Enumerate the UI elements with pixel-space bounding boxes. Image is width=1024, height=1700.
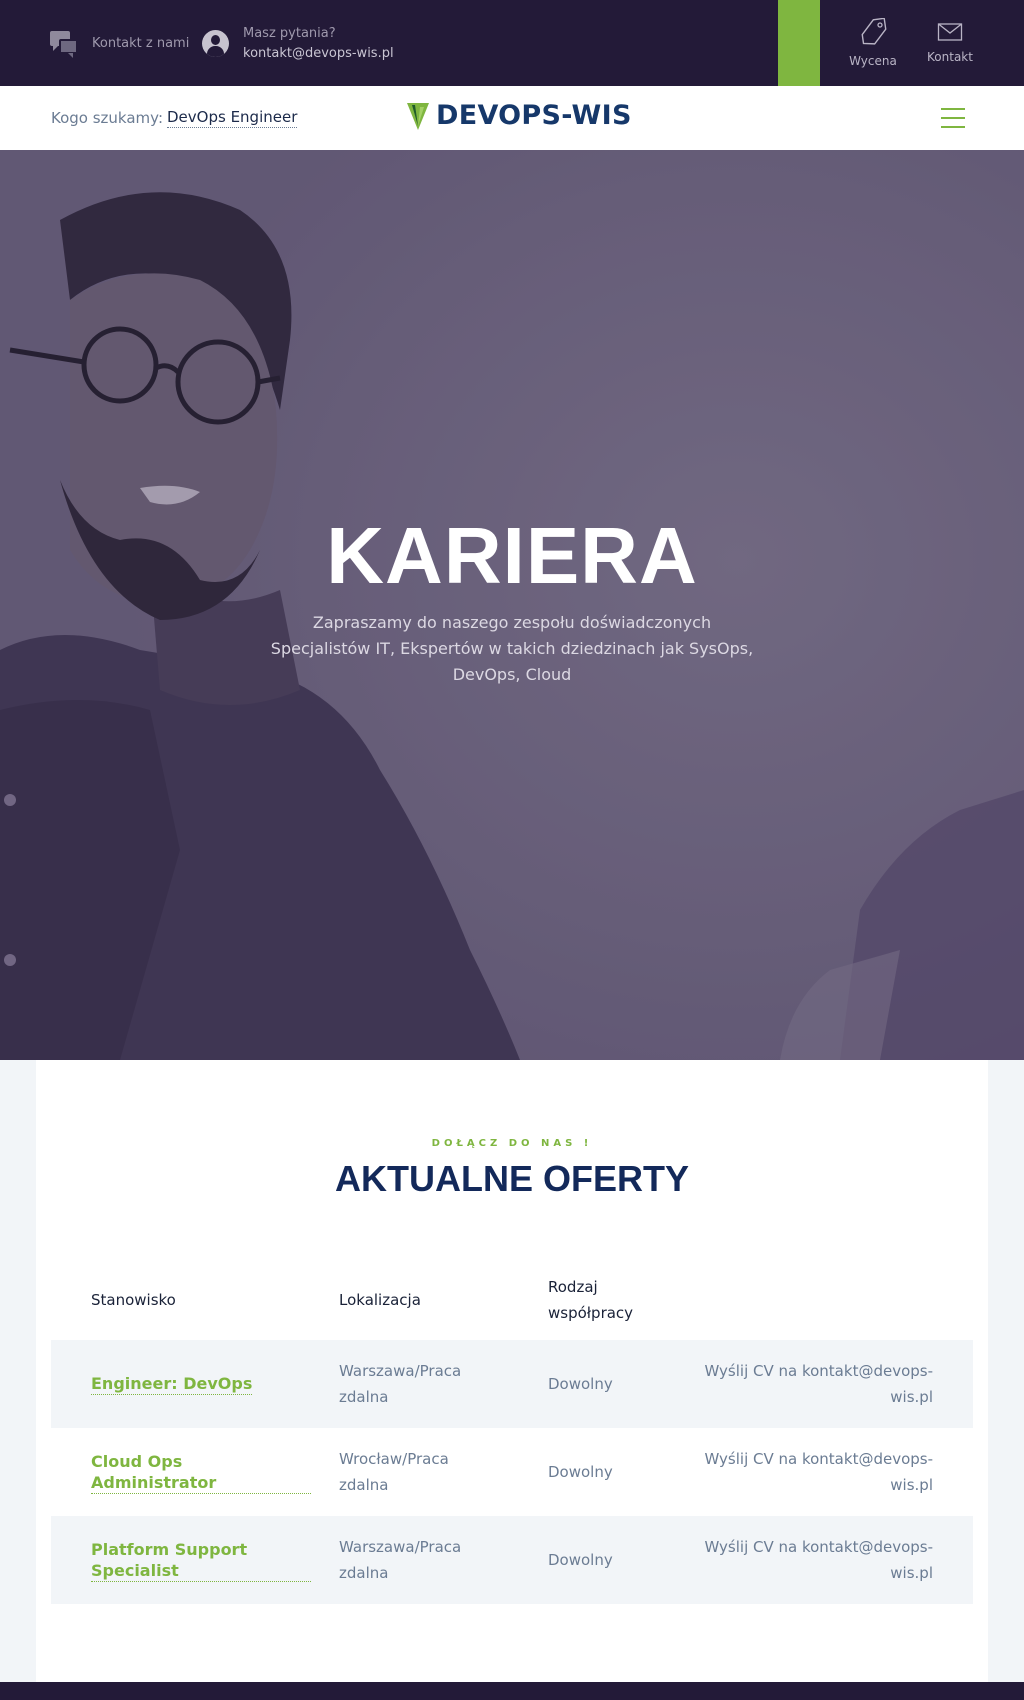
offer-type: Dowolny: [548, 1375, 613, 1393]
offer-location: Warszawa/Praca zdalna: [339, 1362, 462, 1406]
offers-heading: AKTUALNE OFERTY: [335, 1158, 689, 1199]
envelope-icon: [937, 23, 963, 41]
contact-us-link[interactable]: Kontakt z nami: [50, 0, 189, 86]
table-header: Stanowisko Lokalizacja Rodzaj współpracy: [51, 1260, 973, 1340]
hero-title: KARIERA: [326, 511, 698, 600]
quote-label: Wycena: [849, 54, 897, 68]
logo-text: DEVOPS-WIS: [436, 100, 632, 131]
main-nav: Kogo szukamy: DevOps Engineer DEVOPS-WIS: [0, 86, 1024, 150]
offer-title-link[interactable]: Cloud Ops Administrator: [91, 1428, 311, 1516]
offer-title-link[interactable]: Platform Support Specialist: [91, 1516, 311, 1604]
top-bar: Kontakt z nami Masz pytania? kontakt@dev…: [0, 0, 1024, 86]
contact-label: Kontakt: [927, 50, 973, 64]
offers-table: Stanowisko Lokalizacja Rodzaj współpracy…: [51, 1260, 973, 1604]
offer-type: Dowolny: [548, 1463, 613, 1481]
role-search-label: Kogo szukamy:: [51, 109, 163, 127]
column-location: Lokalizacja: [339, 1291, 421, 1309]
offer-apply: Wyślij CV na kontakt@devops-wis.pl: [704, 1362, 933, 1406]
questions-label: Masz pytania?: [243, 25, 336, 41]
hero-subtitle: Zapraszamy do naszego zespołu doświadczo…: [270, 613, 754, 684]
footer-strip: [0, 1682, 1024, 1700]
role-search: Kogo szukamy: DevOps Engineer: [51, 86, 298, 150]
price-tag-icon: [861, 18, 887, 45]
contact-us-label: Kontakt z nami: [92, 35, 190, 51]
user-avatar-icon: [202, 29, 229, 57]
quote-button[interactable]: Wycena: [846, 0, 900, 86]
table-row: Engineer: DevOps Warszawa/Praca zdalna D…: [51, 1340, 973, 1428]
hamburger-menu-icon[interactable]: [941, 106, 965, 130]
role-search-value[interactable]: DevOps Engineer: [167, 108, 298, 128]
hero-section: KARIERA Zapraszamy do naszego zespołu do…: [0, 150, 1024, 1060]
logo-leaf-icon: [407, 102, 429, 130]
table-row: Platform Support Specialist Warszawa/Pra…: [51, 1516, 973, 1604]
offer-location: Warszawa/Praca zdalna: [339, 1538, 462, 1582]
contact-email-link[interactable]: kontakt@devops-wis.pl: [243, 46, 394, 61]
offer-title-link[interactable]: Engineer: DevOps: [91, 1340, 311, 1428]
table-row: Cloud Ops Administrator Wrocław/Praca zd…: [51, 1428, 973, 1516]
column-type: Rodzaj współpracy: [548, 1278, 634, 1322]
offers-section: DOŁĄCZ DO NAS ! AKTUALNE OFERTY Stanowis…: [36, 1060, 988, 1682]
offer-apply: Wyślij CV na kontakt@devops-wis.pl: [704, 1538, 933, 1582]
accent-block: [778, 0, 820, 86]
chat-bubbles-icon: [50, 29, 78, 58]
questions-block: Masz pytania? kontakt@devops-wis.pl: [202, 0, 394, 86]
offer-apply: Wyślij CV na kontakt@devops-wis.pl: [704, 1450, 933, 1494]
offer-type: Dowolny: [548, 1551, 613, 1569]
site-logo[interactable]: DEVOPS-WIS: [406, 100, 632, 131]
offers-kicker: DOŁĄCZ DO NAS !: [431, 1138, 593, 1149]
offer-location: Wrocław/Praca zdalna: [339, 1450, 449, 1494]
contact-button[interactable]: Kontakt: [924, 0, 976, 86]
hero-photo: [0, 150, 1024, 1060]
column-position: Stanowisko: [91, 1291, 176, 1309]
